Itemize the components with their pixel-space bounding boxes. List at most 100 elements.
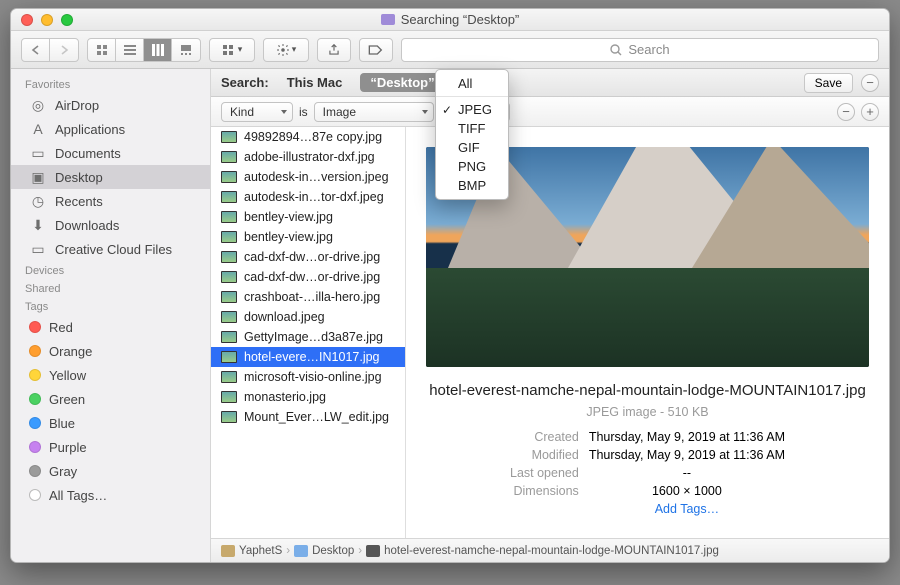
gallery-view-button[interactable] (172, 39, 200, 61)
desktop-icon: ▣ (29, 169, 47, 186)
rule-value-select[interactable]: Image (314, 102, 434, 122)
add-tags-button[interactable]: Add Tags… (655, 502, 719, 516)
file-row[interactable]: bentley-view.jpg (211, 227, 405, 247)
arrange-button[interactable]: ▾ (209, 38, 255, 62)
search-icon (610, 44, 622, 56)
menu-item-gif[interactable]: GIF (436, 138, 508, 157)
sidebar-item-applications[interactable]: AApplications (11, 117, 210, 141)
tag-dot-icon (29, 321, 41, 333)
sidebar: Favorites ◎AirDrop AApplications ▭Docume… (11, 69, 211, 562)
action-button[interactable]: ▾ (263, 38, 309, 62)
list-view-button[interactable] (116, 39, 144, 61)
downloads-icon: ⬇ (29, 217, 47, 234)
sidebar-tag-gray[interactable]: Gray (11, 459, 210, 483)
path-bar: YaphetS › Desktop › hotel-everest-namche… (211, 538, 889, 562)
chevron-right-icon: › (286, 545, 290, 557)
file-name: 49892894…87e copy.jpg (244, 130, 382, 144)
add-rule-button[interactable]: + (861, 103, 879, 121)
file-row[interactable]: 49892894…87e copy.jpg (211, 127, 405, 147)
file-name: autodesk-in…version.jpeg (244, 170, 389, 184)
file-row[interactable]: monasterio.jpg (211, 387, 405, 407)
path-crumb-home[interactable]: YaphetS (221, 545, 282, 557)
menu-item-bmp[interactable]: BMP (436, 176, 508, 195)
sidebar-section-tags-header: Tags (11, 297, 210, 315)
sidebar-tag-purple[interactable]: Purple (11, 435, 210, 459)
file-row[interactable]: crashboat-…illa-hero.jpg (211, 287, 405, 307)
sidebar-tag-green[interactable]: Green (11, 387, 210, 411)
recents-icon: ◷ (29, 193, 47, 210)
path-crumb-desktop[interactable]: Desktop (294, 545, 354, 557)
file-row[interactable]: GettyImage…d3a87e.jpg (211, 327, 405, 347)
zoom-window-button[interactable] (61, 14, 73, 26)
sidebar-tag-orange[interactable]: Orange (11, 339, 210, 363)
menu-item-tiff[interactable]: TIFF (436, 119, 508, 138)
minimize-window-button[interactable] (41, 14, 53, 26)
search-label: Search: (221, 75, 269, 90)
file-thumb-icon (221, 391, 237, 403)
file-name: adobe-illustrator-dxf.jpg (244, 150, 375, 164)
tags-button[interactable] (359, 38, 393, 62)
sidebar-tag-red[interactable]: Red (11, 315, 210, 339)
file-row[interactable]: autodesk-in…tor-dxf.jpeg (211, 187, 405, 207)
window-title: Searching “Desktop” (381, 12, 520, 27)
forward-button[interactable] (50, 39, 78, 61)
sidebar-item-downloads[interactable]: ⬇Downloads (11, 213, 210, 237)
file-row[interactable]: Mount_Ever…LW_edit.jpg (211, 407, 405, 427)
search-field[interactable]: Search (401, 38, 879, 62)
file-list[interactable]: 49892894…87e copy.jpg adobe-illustrator-d… (211, 127, 406, 538)
file-name: download.jpeg (244, 310, 325, 324)
file-row[interactable]: hotel-evere…IN1017.jpg (211, 347, 405, 367)
menu-item-all[interactable]: All (436, 74, 508, 93)
window-controls (21, 14, 73, 26)
scope-this-mac[interactable]: This Mac (277, 73, 353, 92)
sidebar-item-desktop[interactable]: ▣Desktop (11, 165, 210, 189)
file-row[interactable]: adobe-illustrator-dxf.jpg (211, 147, 405, 167)
window-title-text: Searching “Desktop” (401, 12, 520, 27)
menu-item-png[interactable]: PNG (436, 157, 508, 176)
sidebar-item-creative-cloud[interactable]: ▭Creative Cloud Files (11, 237, 210, 261)
sidebar-all-tags[interactable]: All Tags… (11, 483, 210, 507)
file-name: bentley-view.jpg (244, 210, 333, 224)
tag-dot-icon (29, 417, 41, 429)
file-thumb-icon (221, 371, 237, 383)
file-row[interactable]: cad-dxf-dw…or-drive.jpg (211, 267, 405, 287)
sidebar-item-recents[interactable]: ◷Recents (11, 189, 210, 213)
file-row[interactable]: bentley-view.jpg (211, 207, 405, 227)
file-thumb-icon (221, 171, 237, 183)
path-crumb-file[interactable]: hotel-everest-namche-nepal-mountain-lodg… (366, 545, 719, 557)
finder-window: Searching “Desktop” ▾ ▾ Search Favorites… (10, 8, 890, 563)
file-thumb-icon (221, 211, 237, 223)
file-name: microsoft-visio-online.jpg (244, 370, 382, 384)
file-row[interactable]: microsoft-visio-online.jpg (211, 367, 405, 387)
remove-rule-button[interactable]: − (837, 103, 855, 121)
file-thumb-icon (221, 411, 237, 423)
file-name: monasterio.jpg (244, 390, 326, 404)
file-name: cad-dxf-dw…or-drive.jpg (244, 270, 380, 284)
icon-view-button[interactable] (88, 39, 116, 61)
preview-filetype: JPEG image - 510 KB (426, 405, 869, 419)
back-button[interactable] (22, 39, 50, 61)
file-row[interactable]: download.jpeg (211, 307, 405, 327)
file-name: bentley-view.jpg (244, 230, 333, 244)
scope-desktop[interactable]: “Desktop” (360, 73, 444, 92)
file-name: crashboat-…illa-hero.jpg (244, 290, 380, 304)
sidebar-tag-yellow[interactable]: Yellow (11, 363, 210, 387)
rule-attribute-select[interactable]: Kind (221, 102, 293, 122)
file-row[interactable]: autodesk-in…version.jpeg (211, 167, 405, 187)
sidebar-item-airdrop[interactable]: ◎AirDrop (11, 93, 210, 117)
remove-search-button[interactable]: − (861, 74, 879, 92)
file-icon (366, 545, 380, 557)
share-button[interactable] (317, 38, 351, 62)
file-thumb-icon (221, 251, 237, 263)
sidebar-item-documents[interactable]: ▭Documents (11, 141, 210, 165)
menu-item-jpeg[interactable]: JPEG (436, 100, 508, 119)
search-scope-bar: Search: This Mac “Desktop” Save − (211, 69, 889, 97)
sidebar-tag-blue[interactable]: Blue (11, 411, 210, 435)
file-thumb-icon (221, 291, 237, 303)
save-search-button[interactable]: Save (804, 73, 853, 93)
toolbar: ▾ ▾ Search (11, 31, 889, 69)
file-row[interactable]: cad-dxf-dw…or-drive.jpg (211, 247, 405, 267)
close-window-button[interactable] (21, 14, 33, 26)
file-thumb-icon (221, 351, 237, 363)
column-view-button[interactable] (144, 39, 172, 61)
